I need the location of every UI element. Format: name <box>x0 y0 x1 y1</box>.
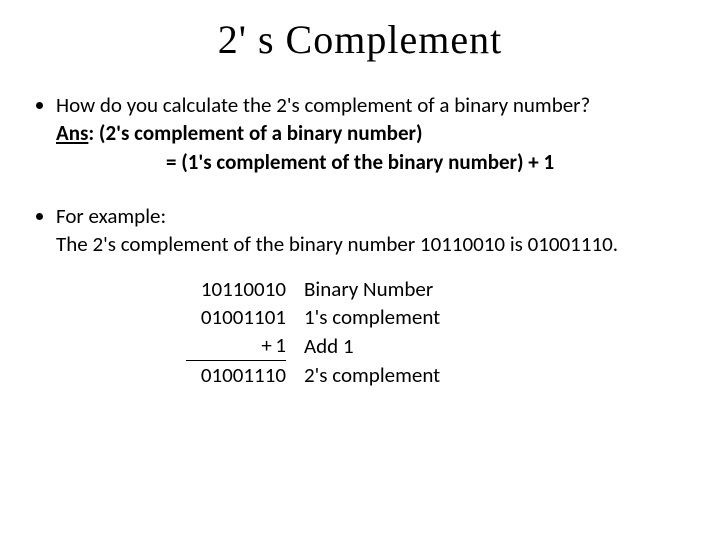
calc-num-4: 01001110 <box>201 362 286 388</box>
example-number: 10110010 <box>420 231 505 257</box>
plus-sign: + <box>261 331 275 359</box>
question-text: How do you calculate the 2's complement … <box>56 92 590 118</box>
table-row: 01001101 1's complement <box>186 303 458 331</box>
bullet-list: How do you calculate the 2's complement … <box>30 91 690 389</box>
slide-title: 2' s Complement <box>30 16 690 63</box>
calc-num-2: 01001101 <box>201 304 286 330</box>
example-lead: For example: <box>56 203 166 229</box>
calc-num-1: 10110010 <box>201 276 286 302</box>
bullet-2: For example: The 2's complement of the b… <box>56 202 690 389</box>
calc-lbl-4: 2's complement <box>304 361 458 389</box>
table-row: 10110010 Binary Number <box>186 275 458 303</box>
calc-lbl-3: Add 1 <box>304 331 458 360</box>
answer-block: Ans: (2's complement of a binary number)… <box>56 120 690 176</box>
example-mid: is <box>505 231 528 257</box>
example-end: . <box>613 231 618 257</box>
table-row: 01001110 2's complement <box>186 361 458 389</box>
example-pre: The 2's complement of the binary number <box>56 231 420 257</box>
ans-line1: (2's complement of a binary number) <box>94 120 422 146</box>
table-row: +1 Add 1 <box>186 331 458 360</box>
calc-num-3: 1 <box>275 332 286 358</box>
calc-lbl-1: Binary Number <box>304 275 458 303</box>
bullet-1: How do you calculate the 2's complement … <box>56 91 690 176</box>
calc-lbl-2: 1's complement <box>304 303 458 331</box>
ans-line2: = (1's complement of the binary number) … <box>166 148 690 176</box>
slide: 2' s Complement How do you calculate the… <box>0 0 720 540</box>
calc-table: 10110010 Binary Number 01001101 1's comp… <box>186 275 458 389</box>
ans-label: Ans <box>56 120 88 146</box>
example-result: 01001110 <box>528 231 613 257</box>
example-sentence: The 2's complement of the binary number … <box>56 231 618 257</box>
